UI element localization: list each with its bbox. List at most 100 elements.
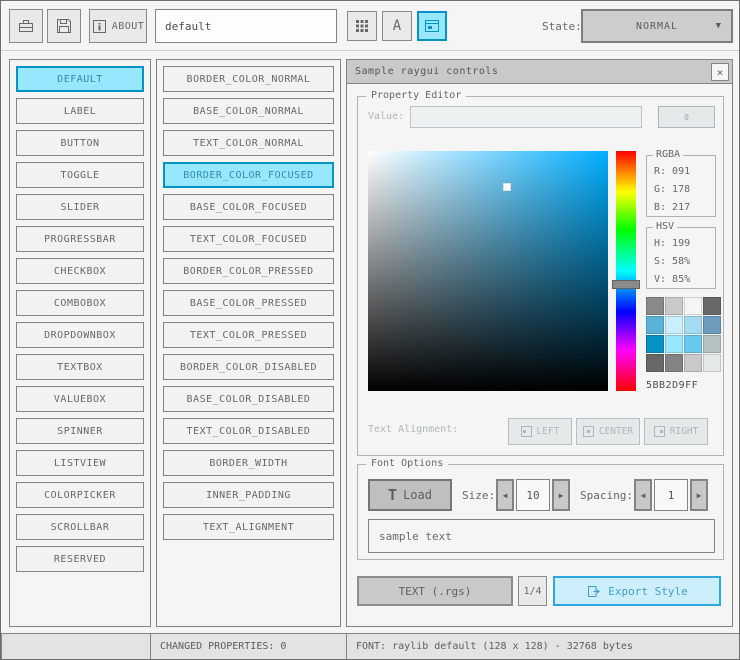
load-style-button[interactable] bbox=[9, 9, 43, 43]
controls-list-item[interactable]: TEXTBOX bbox=[16, 354, 144, 380]
hsv-h-value: H: 199 bbox=[654, 238, 691, 249]
hsv-v-value: V: 85% bbox=[654, 274, 691, 285]
rgba-b-value: B: 217 bbox=[654, 202, 691, 213]
spacing-decrease-button[interactable]: ◀ bbox=[634, 479, 652, 511]
color-saturation-value-panel[interactable] bbox=[368, 151, 608, 391]
align-center-icon bbox=[582, 426, 594, 437]
size-increase-button[interactable]: ▶ bbox=[552, 479, 570, 511]
value-button[interactable]: 0 bbox=[658, 106, 715, 128]
format-counter-button[interactable]: 1/4 bbox=[518, 576, 547, 606]
controls-list-item[interactable]: DROPDOWNBOX bbox=[16, 322, 144, 348]
value-button-label: 0 bbox=[684, 112, 689, 122]
properties-list-item[interactable]: BORDER_COLOR_NORMAL bbox=[163, 66, 334, 92]
properties-list-item[interactable]: TEXT_COLOR_DISABLED bbox=[163, 418, 334, 444]
rgba-group-label: RGBA bbox=[653, 149, 684, 160]
sample-controls-window: Sample raygui controls × Property Editor… bbox=[346, 59, 733, 627]
properties-list-item[interactable]: TEXT_COLOR_FOCUSED bbox=[163, 226, 334, 252]
briefcase-icon bbox=[19, 20, 33, 32]
color-swatch[interactable] bbox=[684, 297, 702, 315]
properties-list-item[interactable]: INNER_PADDING bbox=[163, 482, 334, 508]
controls-list-item[interactable]: SCROLLBAR bbox=[16, 514, 144, 540]
color-swatch[interactable] bbox=[703, 316, 721, 334]
properties-list-item[interactable]: BASE_COLOR_DISABLED bbox=[163, 386, 334, 412]
save-style-button[interactable] bbox=[47, 9, 81, 43]
properties-list-item[interactable]: BORDER_COLOR_PRESSED bbox=[163, 258, 334, 284]
properties-list-item[interactable]: BORDER_COLOR_DISABLED bbox=[163, 354, 334, 380]
controls-list-item[interactable]: LISTVIEW bbox=[16, 450, 144, 476]
style-name-input[interactable] bbox=[155, 9, 337, 43]
controls-list-item[interactable]: SLIDER bbox=[16, 194, 144, 220]
properties-list-item[interactable]: BASE_COLOR_NORMAL bbox=[163, 98, 334, 124]
color-swatch[interactable] bbox=[684, 354, 702, 372]
font-info-text: FONT: raylib default (128 x 128) - 32768… bbox=[356, 641, 633, 652]
controls-list-item[interactable]: TOGGLE bbox=[16, 162, 144, 188]
value-label: Value: bbox=[368, 111, 405, 122]
controls-list-item[interactable]: PROGRESSBAR bbox=[16, 226, 144, 252]
color-swatch[interactable] bbox=[646, 316, 664, 334]
color-picker-marker[interactable] bbox=[503, 183, 511, 191]
arrow-right-icon: ▶ bbox=[696, 490, 702, 500]
properties-list-item[interactable]: BASE_COLOR_PRESSED bbox=[163, 290, 334, 316]
align-right-icon bbox=[653, 426, 665, 437]
color-swatch[interactable] bbox=[703, 297, 721, 315]
color-swatch[interactable] bbox=[665, 316, 683, 334]
color-swatch[interactable] bbox=[665, 335, 683, 353]
properties-list-item[interactable]: BORDER_COLOR_FOCUSED bbox=[163, 162, 334, 188]
sample-text-input[interactable]: sample text bbox=[368, 519, 715, 553]
grid-icon bbox=[356, 20, 368, 32]
property-editor-group-label: Property Editor bbox=[366, 90, 467, 101]
controls-list-item[interactable]: COLORPICKER bbox=[16, 482, 144, 508]
font-button[interactable]: A bbox=[382, 11, 412, 41]
hsv-group-label: HSV bbox=[653, 221, 678, 232]
about-button-label: ABOUT bbox=[111, 20, 145, 32]
size-decrease-button[interactable]: ◀ bbox=[496, 479, 514, 511]
controls-list-item[interactable]: SPINNER bbox=[16, 418, 144, 444]
color-swatch[interactable] bbox=[684, 316, 702, 334]
controls-list-item[interactable]: COMBOBOX bbox=[16, 290, 144, 316]
properties-list-item[interactable]: BORDER_WIDTH bbox=[163, 450, 334, 476]
controls-list-item[interactable]: BUTTON bbox=[16, 130, 144, 156]
controls-list: DEFAULT LABEL BUTTON TOGGLE SLIDER PROGRESSBA… bbox=[9, 59, 151, 627]
controls-list-item[interactable]: DEFAULT bbox=[16, 66, 144, 92]
statusbar-left-cell bbox=[1, 633, 151, 659]
export-style-button[interactable]: Export Style bbox=[553, 576, 721, 606]
export-icon bbox=[588, 585, 601, 597]
window-title-bar[interactable]: Sample raygui controls × bbox=[347, 60, 732, 84]
color-swatch[interactable] bbox=[646, 335, 664, 353]
align-left-icon bbox=[520, 426, 532, 437]
color-swatch[interactable] bbox=[665, 297, 683, 315]
color-swatch[interactable] bbox=[684, 335, 702, 353]
close-icon: × bbox=[716, 65, 724, 79]
arrow-right-icon: ▶ bbox=[558, 490, 564, 500]
style-table-button[interactable] bbox=[347, 11, 377, 41]
font-load-button[interactable]: T Load bbox=[368, 479, 452, 511]
rgba-group: RGBA R: 091 G: 178 B: 217 bbox=[646, 149, 716, 217]
properties-list-item[interactable]: BASE_COLOR_FOCUSED bbox=[163, 194, 334, 220]
controls-list-item[interactable]: CHECKBOX bbox=[16, 258, 144, 284]
hue-bar[interactable] bbox=[616, 151, 636, 391]
properties-list-item[interactable]: TEXT_COLOR_NORMAL bbox=[163, 130, 334, 156]
test-controls-button[interactable] bbox=[417, 11, 447, 41]
font-options-group: Font Options T Load Size: ◀ 10 ▶ Spacing… bbox=[357, 458, 724, 560]
about-button[interactable]: ABOUT bbox=[89, 9, 147, 43]
arrow-left-icon: ◀ bbox=[502, 490, 508, 500]
close-button[interactable]: × bbox=[711, 63, 729, 81]
hue-slider-handle[interactable] bbox=[612, 280, 640, 289]
properties-list-item[interactable]: TEXT_ALIGNMENT bbox=[163, 514, 334, 540]
align-center-label: CENTER bbox=[598, 426, 634, 437]
export-format-button[interactable]: TEXT (.rgs) bbox=[357, 576, 513, 606]
color-swatch[interactable] bbox=[665, 354, 683, 372]
controls-list-item[interactable]: RESERVED bbox=[16, 546, 144, 572]
color-swatch[interactable] bbox=[646, 297, 664, 315]
color-swatch[interactable] bbox=[646, 354, 664, 372]
controls-list-item[interactable]: LABEL bbox=[16, 98, 144, 124]
hsv-group: HSV H: 199 S: 58% V: 85% bbox=[646, 221, 716, 289]
color-swatch[interactable] bbox=[703, 335, 721, 353]
state-dropdown[interactable]: NORMAL ▼ bbox=[581, 9, 733, 43]
spacing-increase-button[interactable]: ▶ bbox=[690, 479, 708, 511]
changed-properties-text: CHANGED PROPERTIES: 0 bbox=[160, 641, 287, 652]
controls-list-item[interactable]: VALUEBOX bbox=[16, 386, 144, 412]
color-swatch[interactable] bbox=[703, 354, 721, 372]
properties-list: BORDER_COLOR_NORMAL BASE_COLOR_NORMAL TEXT… bbox=[156, 59, 341, 627]
properties-list-item[interactable]: TEXT_COLOR_PRESSED bbox=[163, 322, 334, 348]
